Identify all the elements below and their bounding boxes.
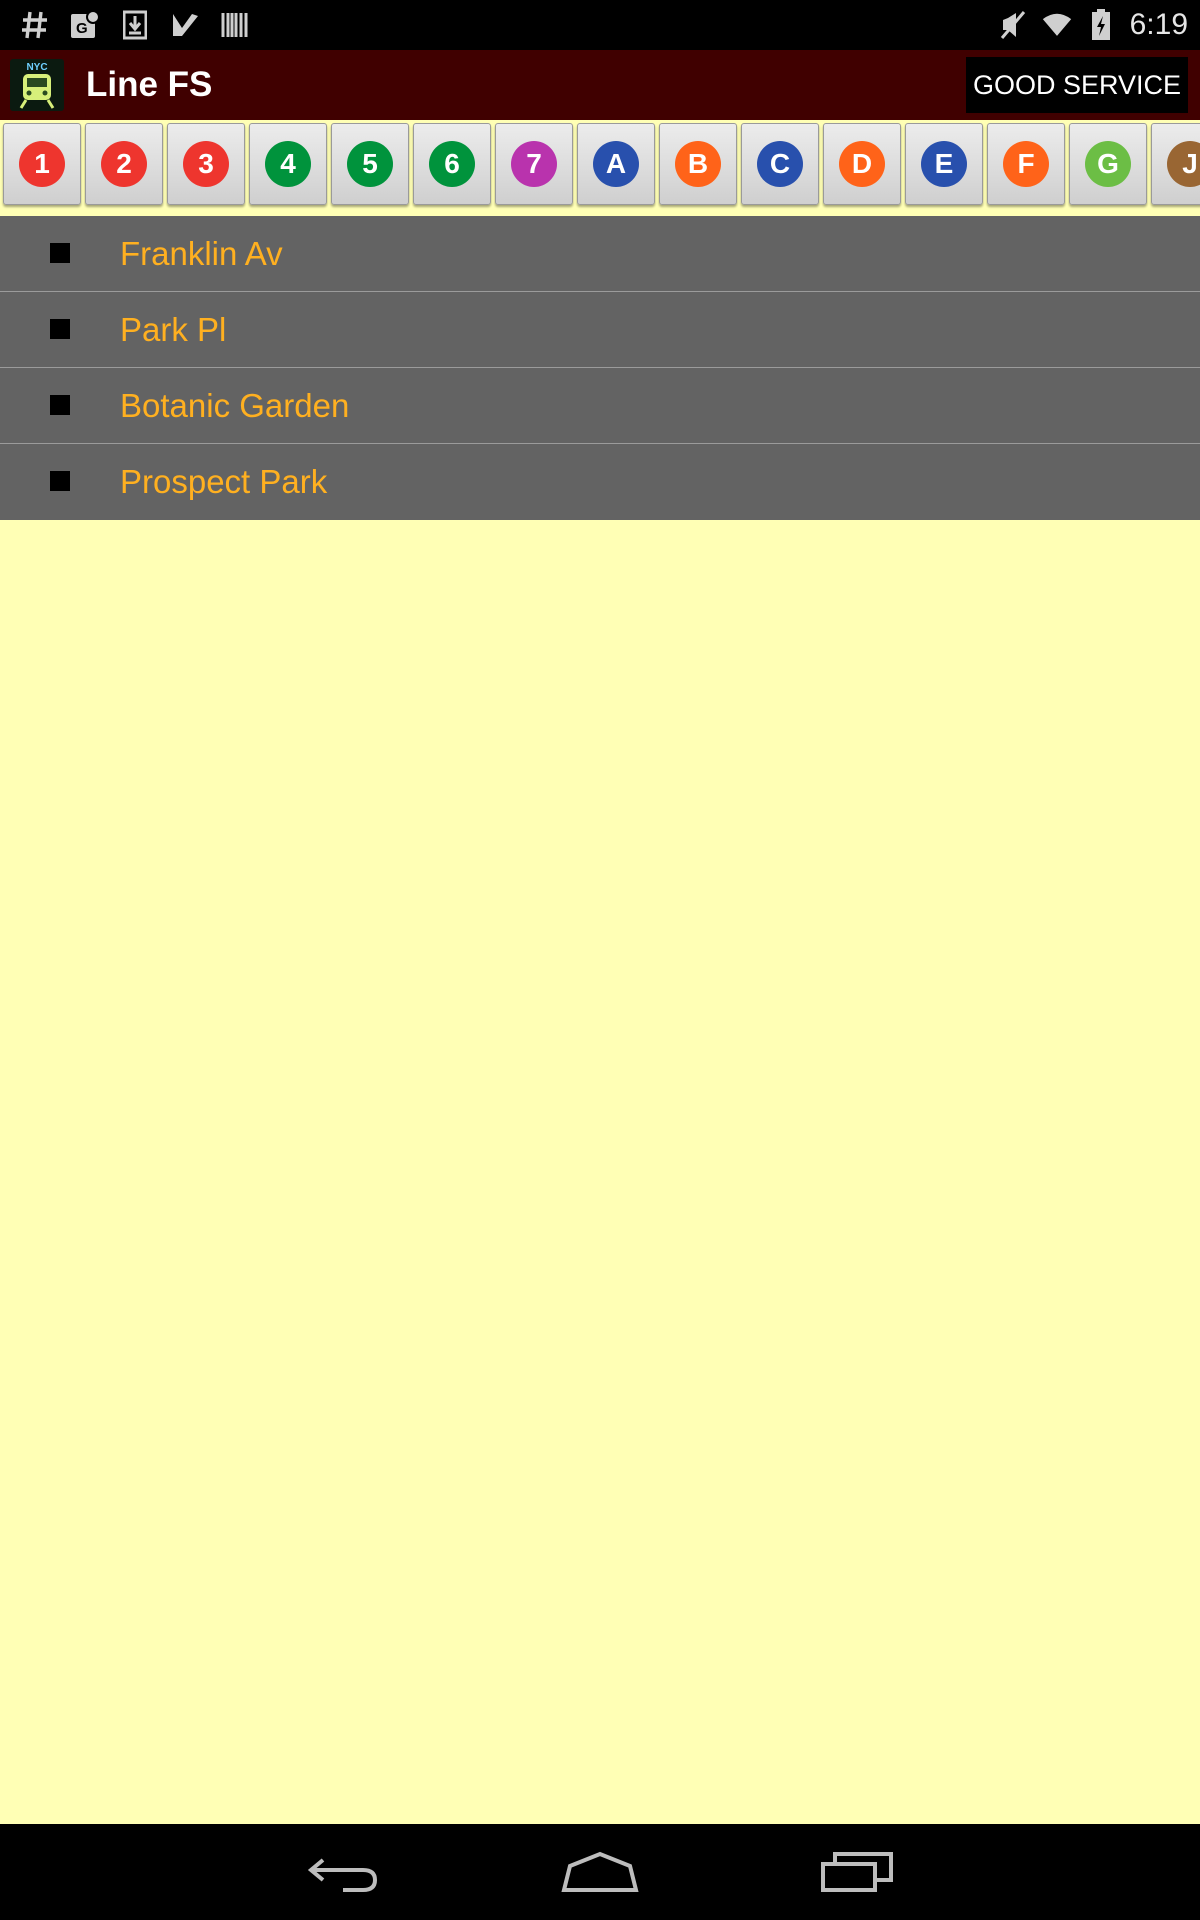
download-icon [120, 10, 150, 40]
app-logo-icon[interactable]: NYC [10, 59, 64, 111]
line-bullet-icon: 2 [101, 141, 147, 187]
battery-charging-icon [1086, 9, 1116, 40]
line-bullet-icon: F [1003, 141, 1049, 187]
line-button-3[interactable]: 3 [167, 123, 245, 205]
station-name: Botanic Garden [120, 387, 350, 424]
back-icon [307, 1858, 378, 1892]
list-item[interactable]: Park Pl [0, 292, 1200, 368]
line-button-j[interactable]: J [1151, 123, 1200, 205]
line-bullet-icon: B [675, 141, 721, 187]
hash-icon [20, 10, 50, 40]
line-bullet-icon: G [1085, 141, 1131, 187]
list-item[interactable]: Franklin Av [0, 216, 1200, 292]
line-bullet-icon: 4 [265, 141, 311, 187]
line-button-7[interactable]: 7 [495, 123, 573, 205]
line-button-b[interactable]: B [659, 123, 737, 205]
line-bullet-icon: 6 [429, 141, 475, 187]
line-button-6[interactable]: 6 [413, 123, 491, 205]
line-button-c[interactable]: C [741, 123, 819, 205]
line-button-5[interactable]: 5 [331, 123, 409, 205]
navigation-bar [0, 1824, 1200, 1920]
line-button-1[interactable]: 1 [3, 123, 81, 205]
line-button-4[interactable]: 4 [249, 123, 327, 205]
back-button[interactable] [298, 1842, 388, 1902]
station-name: Franklin Av [120, 235, 283, 272]
station-name: Prospect Park [120, 463, 328, 500]
mute-icon [998, 10, 1028, 40]
station-marker-icon [50, 243, 70, 263]
line-selector: 1234567ABCDEFGJ [0, 120, 1200, 216]
action-bar: NYC Line FS GOOD SERVICE [0, 50, 1200, 120]
station-list: Franklin Av Park Pl Botanic Garden Prosp… [0, 216, 1200, 520]
line-bullet-icon: A [593, 141, 639, 187]
recent-apps-icon [821, 1852, 893, 1892]
wifi-icon [1042, 10, 1072, 40]
station-marker-icon [50, 395, 70, 415]
line-button-f[interactable]: F [987, 123, 1065, 205]
app-logo-text: NYC [26, 62, 47, 73]
service-status-button[interactable]: GOOD SERVICE [966, 57, 1188, 113]
home-icon [561, 1851, 639, 1892]
list-item[interactable]: Prospect Park [0, 444, 1200, 520]
line-button-e[interactable]: E [905, 123, 983, 205]
line-bullet-icon: 5 [347, 141, 393, 187]
barcode-icon [220, 10, 250, 40]
maps-notification-icon: G [70, 10, 100, 40]
station-marker-icon [50, 319, 70, 339]
station-marker-icon [50, 471, 70, 491]
clock: 6:19 [1129, 8, 1188, 41]
list-item[interactable]: Botanic Garden [0, 368, 1200, 444]
page-title: Line FS [86, 65, 213, 104]
home-button[interactable] [555, 1842, 645, 1902]
line-button-g[interactable]: G [1069, 123, 1147, 205]
play-store-icon [170, 10, 200, 40]
recent-apps-button[interactable] [812, 1842, 902, 1902]
status-bar: G 6:19 [0, 0, 1200, 50]
line-bullet-icon: J [1167, 141, 1200, 187]
line-bullet-icon: 1 [19, 141, 65, 187]
line-button-a[interactable]: A [577, 123, 655, 205]
svg-text:G: G [76, 20, 88, 37]
line-button-2[interactable]: 2 [85, 123, 163, 205]
line-bullet-icon: E [921, 141, 967, 187]
line-bullet-icon: 7 [511, 141, 557, 187]
line-bullet-icon: D [839, 141, 885, 187]
line-bullet-icon: C [757, 141, 803, 187]
line-bullet-icon: 3 [183, 141, 229, 187]
station-name: Park Pl [120, 311, 227, 348]
line-button-d[interactable]: D [823, 123, 901, 205]
